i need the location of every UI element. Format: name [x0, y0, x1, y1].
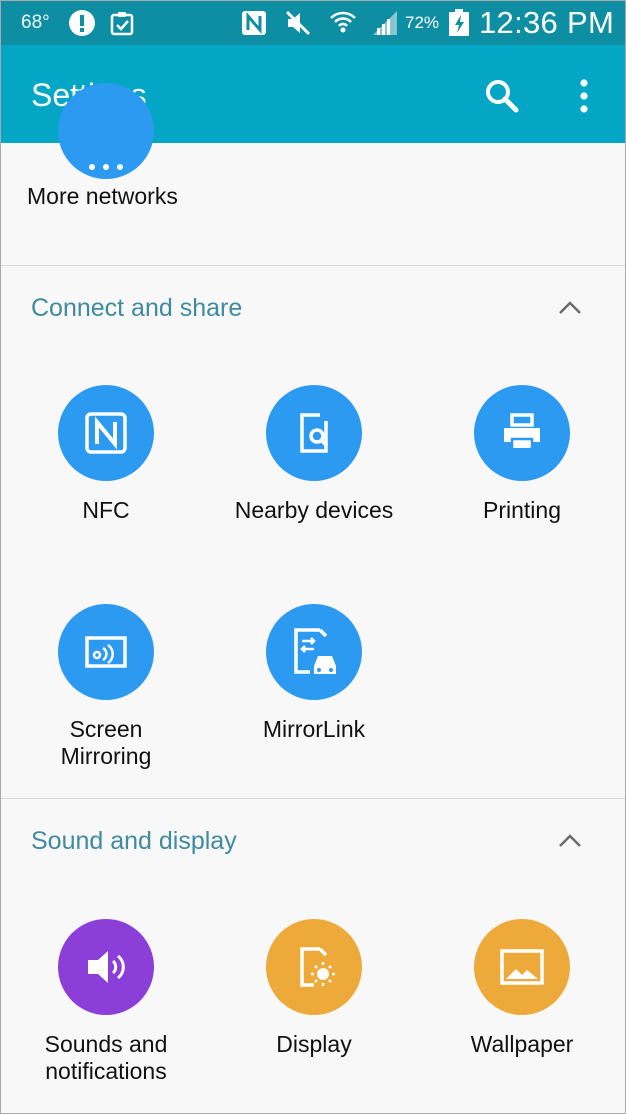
nearby-devices-icon: [266, 385, 362, 481]
tile-label: Wallpaper: [470, 1031, 574, 1057]
tile-sounds-notifications[interactable]: Sounds and notifications: [2, 919, 210, 1089]
tile-label: Sounds and notifications: [44, 1031, 168, 1084]
screen: 68° 72% 12:36 PM Settings: [0, 0, 626, 1114]
more-networks-label[interactable]: More networks: [27, 183, 178, 210]
wifi-icon: [327, 7, 359, 39]
section-title-sound: Sound and display: [31, 827, 237, 855]
clipboard-check-icon: [107, 7, 137, 39]
wallpaper-icon: [474, 919, 570, 1015]
tile-wallpaper[interactable]: Wallpaper: [418, 919, 625, 1089]
tile-screen-mirroring[interactable]: Screen Mirroring: [2, 604, 210, 774]
battery-percent: 72%: [405, 13, 440, 32]
mute-icon: [283, 7, 313, 39]
tile-mirrorlink[interactable]: MirrorLink: [210, 604, 418, 774]
tile-label: Printing: [483, 497, 561, 523]
alert-icon: [67, 7, 97, 39]
more-networks-icon[interactable]: [58, 83, 154, 179]
tile-nfc[interactable]: NFC: [2, 385, 210, 555]
speaker-icon: [58, 919, 154, 1015]
tile-label: Nearby devices: [234, 497, 394, 523]
nfc-status-icon: [239, 7, 269, 39]
tile-label: Display: [276, 1031, 352, 1057]
search-icon[interactable]: [481, 75, 523, 117]
nfc-icon: [58, 385, 154, 481]
tile-label: Screen Mirroring: [60, 716, 152, 769]
section-divider: [1, 798, 625, 799]
tile-printing[interactable]: Printing: [418, 385, 625, 555]
display-icon: [266, 919, 362, 1015]
tile-label: NFC: [82, 497, 130, 523]
temperature-text: 68°: [21, 12, 50, 33]
more-options-icon[interactable]: [567, 75, 601, 117]
printer-icon: [474, 385, 570, 481]
battery-charging-icon: [447, 7, 471, 39]
tile-label: MirrorLink: [262, 716, 366, 742]
signal-icon: [369, 7, 401, 39]
tile-nearby-devices[interactable]: Nearby devices: [210, 385, 418, 555]
status-bar: 68° 72% 12:36 PM: [1, 1, 625, 45]
section-title-connect: Connect and share: [31, 294, 243, 322]
chevron-up-icon[interactable]: [554, 829, 586, 853]
clock-text: 12:36 PM: [479, 5, 615, 40]
chevron-up-icon[interactable]: [554, 296, 586, 320]
screen-mirroring-icon: [58, 604, 154, 700]
settings-list: More networks Connect and share NFC Near…: [1, 83, 625, 1113]
section-divider: [1, 265, 625, 266]
tile-display[interactable]: Display: [210, 919, 418, 1089]
mirrorlink-icon: [266, 604, 362, 700]
